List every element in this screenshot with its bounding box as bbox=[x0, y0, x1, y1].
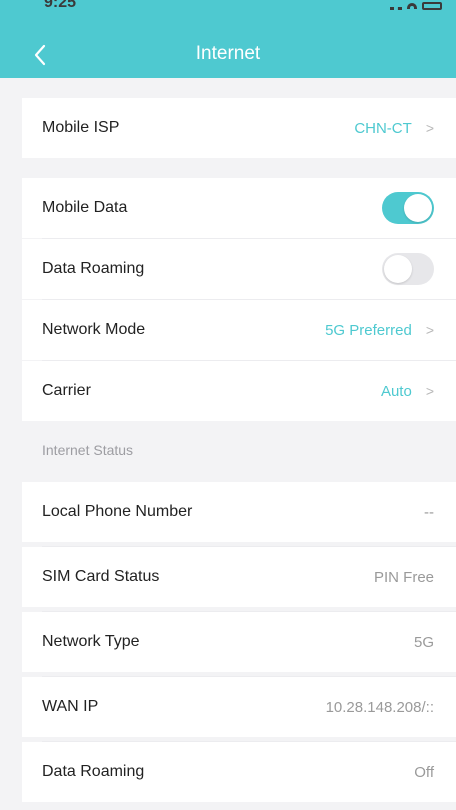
data-roaming-toggle[interactable] bbox=[382, 253, 434, 285]
signal-icon bbox=[390, 2, 402, 10]
row-carrier[interactable]: Carrier Auto > bbox=[22, 361, 456, 421]
row-label: Network Mode bbox=[42, 321, 146, 338]
row-label: Mobile Data bbox=[42, 199, 128, 216]
status-row-data-roaming: Data Roaming Off bbox=[22, 742, 456, 802]
status-row-sim-card-status: SIM Card Status PIN Free bbox=[22, 547, 456, 607]
row-value: -- bbox=[424, 503, 434, 521]
status-row-wan-ip: WAN IP 10.28.148.208/:: bbox=[22, 677, 456, 737]
row-label: WAN IP bbox=[42, 698, 99, 715]
app-header: 9:25 Internet bbox=[0, 0, 456, 78]
status-icons bbox=[390, 0, 442, 12]
row-mobile-data: Mobile Data bbox=[22, 178, 456, 238]
chevron-right-icon: > bbox=[425, 120, 434, 136]
chevron-right-icon: > bbox=[425, 383, 434, 399]
row-value: Off bbox=[414, 763, 434, 781]
row-label: Carrier bbox=[42, 382, 91, 399]
row-label: SIM Card Status bbox=[42, 568, 160, 585]
row-value: 5G Preferred bbox=[325, 321, 412, 339]
row-network-mode[interactable]: Network Mode 5G Preferred > bbox=[22, 300, 456, 360]
status-row-network-type: Network Type 5G bbox=[22, 612, 456, 672]
row-data-roaming: Data Roaming bbox=[22, 239, 456, 299]
wifi-icon bbox=[407, 3, 417, 9]
phone-screen: 9:25 Internet Mobile ISP CHN-CT > Mobile… bbox=[0, 0, 456, 810]
row-mobile-isp[interactable]: Mobile ISP CHN-CT > bbox=[22, 98, 456, 158]
row-value: CHN-CT bbox=[354, 119, 412, 137]
row-label: Mobile ISP bbox=[42, 119, 120, 136]
mobile-data-toggle[interactable] bbox=[382, 192, 434, 224]
status-time: 9:25 bbox=[44, 0, 77, 11]
row-label: Data Roaming bbox=[42, 260, 145, 277]
status-row-local-phone-number: Local Phone Number -- bbox=[22, 482, 456, 542]
page-title: Internet bbox=[195, 43, 261, 64]
battery-icon bbox=[422, 2, 442, 10]
row-value: PIN Free bbox=[373, 568, 434, 586]
toggle-knob bbox=[404, 194, 432, 222]
row-label: Data Roaming bbox=[42, 763, 145, 780]
row-value: 5G bbox=[413, 633, 434, 651]
row-value: 10.28.148.208/:: bbox=[325, 698, 434, 716]
chevron-right-icon: > bbox=[425, 322, 434, 338]
row-label: Local Phone Number bbox=[42, 503, 193, 520]
row-label: Network Type bbox=[42, 633, 140, 650]
toggle-knob bbox=[384, 255, 412, 283]
section-heading-internet-status: Internet Status bbox=[42, 442, 134, 458]
row-value: Auto bbox=[380, 382, 412, 400]
